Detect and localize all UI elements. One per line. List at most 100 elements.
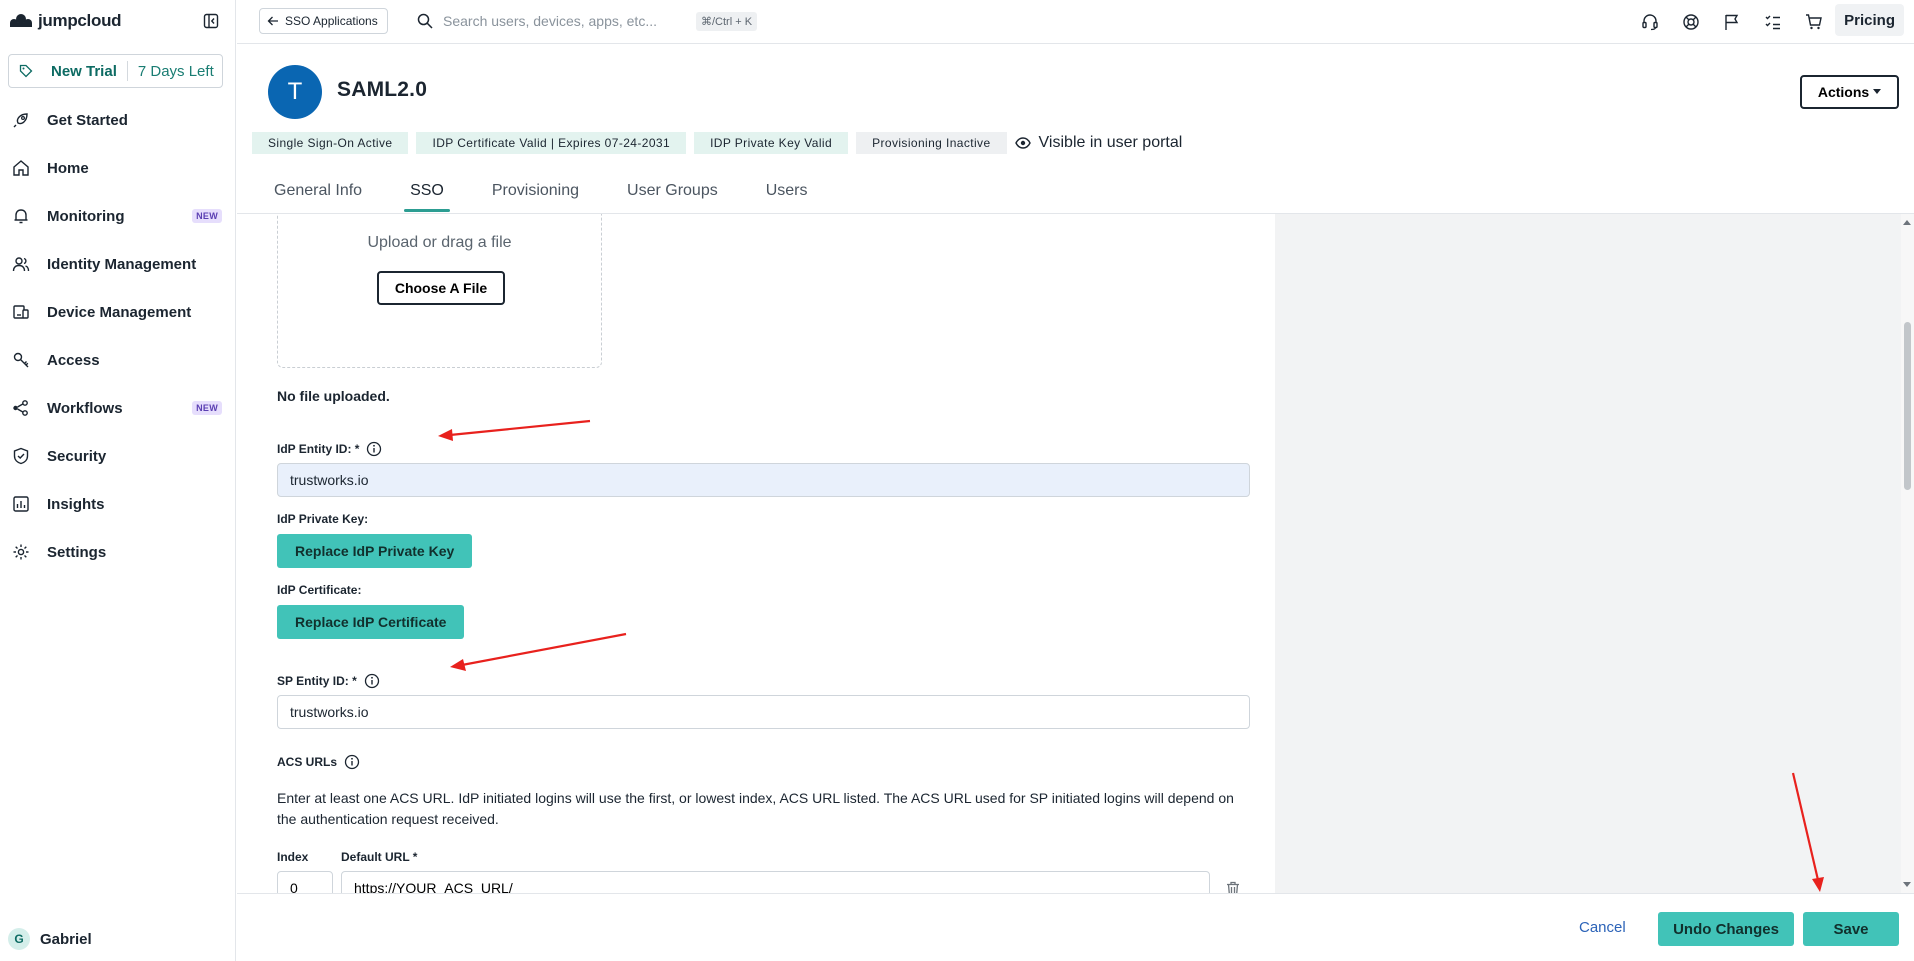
scroll-thumb[interactable] (1904, 322, 1911, 490)
cart-icon[interactable] (1802, 10, 1826, 34)
info-icon[interactable] (364, 673, 380, 689)
brand-logo[interactable]: jumpcloud (8, 8, 122, 34)
back-to-sso-applications-button[interactable]: SSO Applications (259, 8, 388, 34)
top-bar: SSO Applications ⌘/Ctrl + K Pricing (237, 0, 1914, 44)
pricing-button[interactable]: Pricing (1835, 4, 1904, 36)
trial-divider (126, 61, 128, 81)
field-label: IdP Entity ID: * (277, 442, 360, 456)
idp-private-key-label: IdP Private Key: (277, 512, 368, 526)
sidebar-item-label: Settings (47, 543, 107, 561)
idp-entity-id-input[interactable] (277, 463, 1250, 497)
idp-certificate-label: IdP Certificate: (277, 583, 361, 597)
save-button[interactable]: Save (1803, 912, 1899, 946)
tag-icon (9, 64, 37, 78)
trial-banner[interactable]: New Trial 7 Days Left (8, 54, 223, 88)
tab-sso[interactable]: SSO (404, 176, 450, 212)
sidebar-item-label: Security (47, 447, 107, 465)
checklist-icon[interactable] (1761, 10, 1785, 34)
acs-index-input[interactable] (277, 871, 333, 893)
visible-label: Visible in user portal (1038, 134, 1183, 151)
sidebar-item-device-management[interactable]: Device Management (0, 288, 236, 336)
sidebar-item-identity-management[interactable]: Identity Management (0, 240, 236, 288)
key-icon (11, 350, 31, 370)
page-title: SAML2.0 (337, 78, 428, 101)
arrow-left-icon (267, 16, 278, 26)
column-label: Index (277, 850, 309, 864)
undo-changes-button[interactable]: Undo Changes (1658, 912, 1794, 946)
search-input[interactable] (443, 13, 688, 29)
idp-entity-id-label: IdP Entity ID: * (277, 441, 382, 457)
sidebar-item-label: Device Management (47, 303, 192, 321)
cancel-button[interactable]: Cancel (1567, 912, 1638, 942)
replace-idp-certificate-button[interactable]: Replace IdP Certificate (277, 605, 465, 639)
sso-form: Upload or drag a file Choose A File No f… (252, 214, 1275, 893)
sidebar-item-label: Insights (47, 495, 105, 513)
app-avatar: T (268, 65, 322, 119)
field-label: IdP Certificate: (277, 583, 362, 597)
actions-dropdown-button[interactable]: Actions (1800, 75, 1899, 109)
scroll-up-arrow[interactable] (1903, 220, 1911, 225)
status-badge: Single Sign-On Active (252, 132, 409, 154)
tab-general-info[interactable]: General Info (268, 176, 368, 212)
collapse-sidebar-button[interactable] (200, 10, 222, 32)
sidebar-item-security[interactable]: Security (0, 432, 236, 480)
caret-down-icon (1873, 89, 1882, 94)
sidebar-item-label: Monitoring (47, 207, 125, 225)
shield-icon (11, 446, 31, 466)
sidebar-item-label: Workflows (47, 399, 123, 417)
sidebar-item-access[interactable]: Access (0, 336, 236, 384)
trash-icon[interactable] (1224, 880, 1242, 893)
flag-icon[interactable] (1720, 10, 1744, 34)
sidebar-item-insights[interactable]: Insights (0, 480, 236, 528)
no-file-text: No file uploaded. (277, 388, 390, 404)
form-footer: Cancel Undo Changes Save (237, 893, 1914, 961)
tab-users[interactable]: Users (760, 176, 814, 212)
tab-user-groups[interactable]: User Groups (621, 176, 724, 212)
default-url-column-label: Default URL * (341, 850, 417, 864)
sidebar-item-get-started[interactable]: Get Started (0, 96, 236, 144)
sidebar-item-monitoring[interactable]: Monitoring NEW (0, 192, 236, 240)
index-column-label: Index (277, 850, 308, 864)
global-search[interactable]: ⌘/Ctrl + K (417, 8, 797, 34)
new-badge: NEW (192, 401, 222, 415)
status-badge: IDP Certificate Valid | Expires 07-24-20… (416, 132, 687, 154)
sidebar: jumpcloud New Trial 7 Days Left Get Star… (0, 0, 236, 961)
sp-entity-id-input[interactable] (277, 695, 1250, 729)
replace-idp-private-key-button[interactable]: Replace IdP Private Key (277, 534, 473, 568)
help-lifebuoy-icon[interactable] (1679, 10, 1703, 34)
field-label: SP Entity ID: * (277, 674, 357, 688)
tab-provisioning[interactable]: Provisioning (486, 176, 585, 212)
visible-in-portal-indicator: Visible in user portal (1014, 134, 1183, 152)
info-icon[interactable] (366, 441, 382, 457)
info-icon[interactable] (344, 754, 360, 770)
scroll-down-arrow[interactable] (1903, 882, 1911, 887)
sidebar-item-label: Identity Management (47, 255, 197, 273)
choose-file-button[interactable]: Choose A File (377, 271, 505, 305)
home-icon (11, 158, 31, 178)
trial-label: New Trial (51, 62, 117, 80)
status-badge: Provisioning Inactive (856, 132, 1007, 154)
sidebar-item-settings[interactable]: Settings (0, 528, 236, 576)
scrollbar[interactable] (1901, 214, 1914, 893)
upload-text: Upload or drag a file (367, 234, 512, 251)
user-menu[interactable]: G Gabriel (8, 926, 92, 952)
gear-icon (11, 542, 31, 562)
eye-icon (1014, 137, 1031, 149)
new-badge: NEW (192, 209, 222, 223)
sidebar-item-workflows[interactable]: Workflows NEW (0, 384, 236, 432)
sidebar-item-label: Access (47, 351, 100, 369)
headset-icon[interactable] (1638, 10, 1662, 34)
status-badge: IDP Private Key Valid (694, 132, 849, 154)
sidebar-item-home[interactable]: Home (0, 144, 236, 192)
sidebar-item-label: Home (47, 159, 89, 177)
actions-label: Actions (1817, 84, 1870, 100)
status-badges: Single Sign-On Active IDP Certificate Va… (252, 132, 1182, 154)
column-label: Default URL * (341, 850, 418, 864)
acs-default-url-input[interactable] (341, 871, 1210, 893)
collapse-sidebar-icon (203, 13, 219, 29)
acs-urls-label: ACS URLs (277, 754, 360, 770)
trial-days-left: 7 Days Left (137, 62, 214, 80)
workflow-icon (11, 398, 31, 418)
file-dropzone[interactable]: Upload or drag a file Choose A File (277, 214, 602, 368)
acs-description: Enter at least one ACS URL. IdP initiate… (277, 790, 1234, 827)
